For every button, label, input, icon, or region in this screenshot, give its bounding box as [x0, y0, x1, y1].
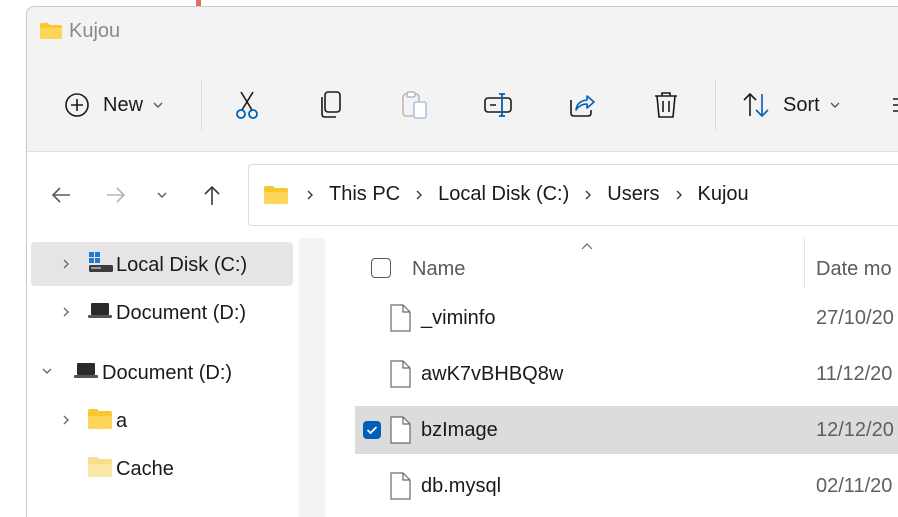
copy-button[interactable]	[317, 87, 345, 123]
window-title: Kujou	[69, 20, 121, 42]
rename-button[interactable]	[483, 87, 515, 123]
file-icon	[390, 360, 411, 388]
file-row-selected[interactable]: bzImage 12/12/20	[355, 406, 898, 454]
sidebar-item-label: Document (D:)	[102, 362, 233, 384]
chevron-down-icon	[157, 192, 167, 198]
laptop-drive-icon	[74, 363, 98, 378]
file-name: bzImage	[421, 419, 498, 441]
new-button-label: New	[103, 93, 144, 116]
file-name: db.mysql	[421, 475, 502, 497]
toolbar-divider	[201, 79, 202, 131]
paste-icon	[402, 91, 427, 119]
file-date-modified: 27/10/20	[816, 307, 894, 329]
sort-icon	[743, 92, 769, 118]
file-date-modified: 02/11/20	[816, 475, 893, 497]
cut-button[interactable]	[233, 87, 261, 123]
breadcrumb: This PC Local Disk (C:) Users Kujou	[263, 183, 749, 206]
breadcrumb-item[interactable]: Users	[607, 183, 659, 206]
folder-icon	[264, 185, 288, 204]
command-bar: New Sort	[27, 57, 898, 151]
checkmark-icon	[366, 426, 378, 435]
sidebar-item-label: Document (D:)	[116, 302, 247, 324]
copy-icon	[321, 91, 341, 118]
desktop-background	[0, 0, 26, 504]
forward-button[interactable]	[102, 181, 130, 209]
arrow-right-icon	[107, 187, 126, 203]
chevron-down-icon	[830, 102, 840, 108]
back-button[interactable]	[47, 181, 75, 209]
sort-button[interactable]: Sort	[741, 87, 840, 123]
sort-button-label: Sort	[783, 93, 820, 116]
arrow-left-icon	[51, 187, 70, 203]
chevron-right-icon	[676, 190, 682, 199]
sidebar-item-local-disk-c[interactable]: Local Disk (C:)	[31, 242, 293, 286]
delete-button[interactable]	[652, 87, 680, 123]
file-row[interactable]: _viminfo 27/10/20	[355, 294, 898, 342]
new-button[interactable]: New	[63, 87, 163, 123]
sidebar-item-folder-cache[interactable]: Cache	[31, 446, 293, 490]
sidebar-item-document-d-expanded[interactable]: Document (D:)	[31, 350, 293, 394]
file-explorer-window: Kujou New Sort This PC Local Disk (C:) U…	[26, 6, 898, 517]
sidebar-item-label: Cache	[116, 458, 174, 480]
cut-icon	[236, 91, 258, 119]
sidebar-item-folder-a[interactable]: a	[31, 398, 293, 442]
file-row[interactable]: db.mysql 02/11/20	[355, 462, 898, 510]
breadcrumb-item[interactable]: Kujou	[698, 183, 749, 206]
file-row[interactable]: awK7vBHBQ8w 11/12/20	[355, 350, 898, 398]
breadcrumb-item[interactable]: This PC	[329, 183, 400, 206]
sort-ascending-icon	[581, 243, 593, 250]
chevron-right-icon[interactable]	[61, 258, 71, 270]
chevron-down-icon[interactable]	[41, 366, 53, 376]
folder-icon	[40, 23, 62, 39]
laptop-drive-icon	[88, 303, 112, 318]
recent-locations-button[interactable]	[148, 181, 176, 209]
chevron-right-icon[interactable]	[61, 306, 71, 318]
navigation-pane-scrollbar[interactable]	[299, 238, 325, 517]
sidebar-item-label: Local Disk (C:)	[116, 254, 248, 276]
chevron-right-icon	[416, 190, 423, 199]
view-icon	[893, 98, 898, 112]
view-button[interactable]	[891, 87, 898, 123]
toolbar-divider	[715, 79, 716, 131]
paste-button[interactable]	[400, 87, 430, 123]
explorer-content: This PC Local Disk (C:) Users Kujou Loca	[27, 151, 898, 517]
file-name: awK7vBHBQ8w	[421, 363, 564, 385]
file-icon	[390, 416, 411, 444]
drive-icon	[89, 252, 113, 272]
title-bar[interactable]: Kujou	[27, 7, 898, 57]
sidebar-item-document-d[interactable]: Document (D:)	[31, 290, 293, 334]
navigation-pane: Local Disk (C:) Document (D:) Document (…	[27, 238, 299, 517]
column-header-name[interactable]: Name	[412, 258, 465, 281]
share-button[interactable]	[567, 87, 597, 123]
sidebar-item-label: a	[116, 410, 128, 432]
chevron-right-icon	[585, 190, 592, 199]
file-date-modified: 12/12/20	[816, 419, 894, 441]
breadcrumb-item[interactable]: Local Disk (C:)	[438, 183, 569, 206]
share-icon	[570, 95, 595, 117]
delete-icon	[655, 92, 677, 118]
file-name: _viminfo	[421, 307, 496, 329]
file-icon	[390, 472, 411, 500]
plus-circle-icon	[65, 93, 89, 117]
folder-icon	[88, 409, 112, 429]
column-header-date-modified[interactable]: Date mo	[816, 258, 892, 281]
column-divider[interactable]	[804, 238, 805, 288]
folder-icon	[88, 457, 112, 477]
file-date-modified: 11/12/20	[816, 363, 893, 385]
file-list: Name Date mo _viminfo 27/10/20 awK7vBHBQ…	[325, 238, 898, 517]
chevron-right-icon[interactable]	[61, 414, 71, 426]
address-bar[interactable]: This PC Local Disk (C:) Users Kujou	[248, 164, 898, 226]
select-all-checkbox[interactable]	[371, 258, 391, 278]
rename-icon	[484, 93, 512, 117]
up-button[interactable]	[198, 181, 226, 209]
file-icon	[390, 304, 411, 332]
chevron-down-icon	[153, 102, 163, 108]
row-checkbox-checked[interactable]	[363, 421, 381, 439]
arrow-up-icon	[204, 185, 220, 205]
chevron-right-icon	[307, 190, 313, 199]
